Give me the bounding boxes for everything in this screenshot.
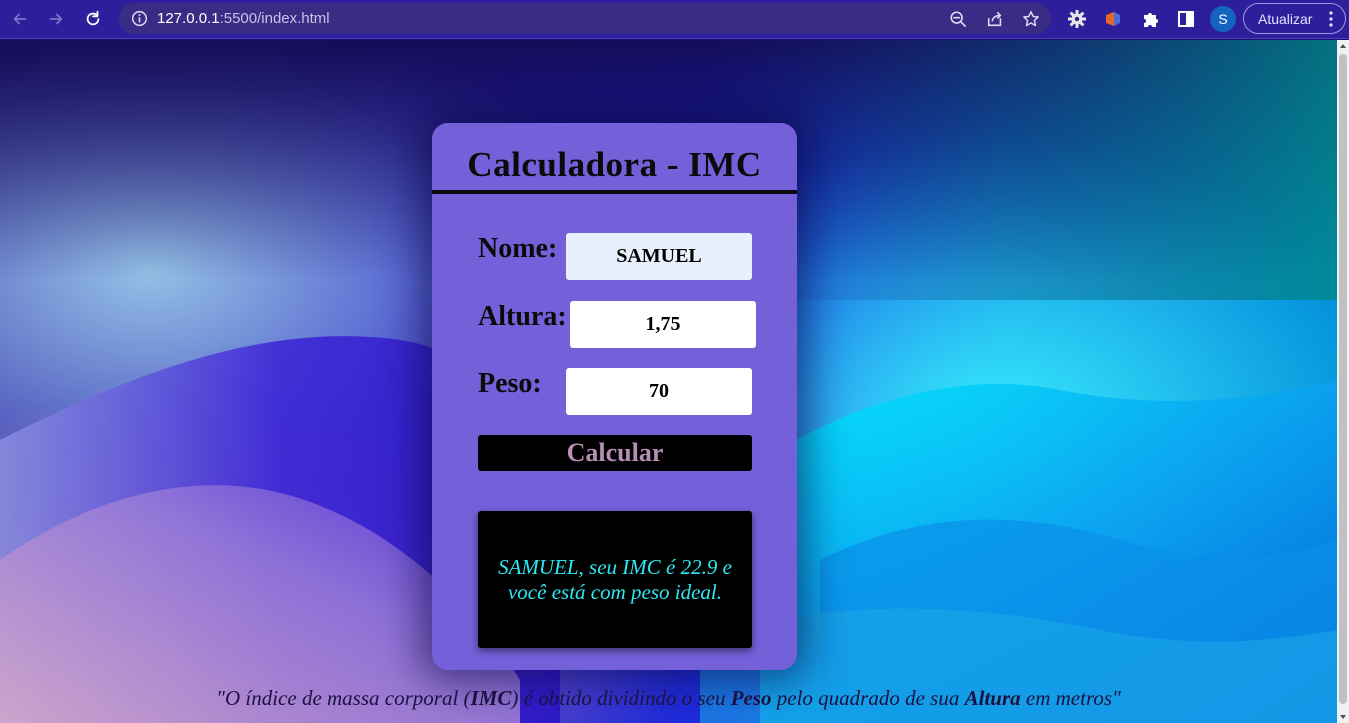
imc-definition-quote: "O índice de massa corporal (IMC) é obti… (216, 686, 1121, 710)
imc-calculator-card: Calculadora - IMC Nome: SAMUEL Altura: 1… (432, 123, 797, 670)
title-divider (432, 190, 797, 194)
extensions-menu-button[interactable] (1139, 8, 1161, 30)
update-button[interactable]: Atualizar (1243, 3, 1346, 34)
arrow-left-icon (13, 13, 27, 25)
url-text: 127.0.0.1:5500/index.html (157, 10, 330, 27)
peso-input[interactable]: 70 (566, 368, 752, 415)
peso-label: Peso: (478, 368, 542, 399)
result-text: SAMUEL, seu IMC é 22.9 e você está com p… (498, 554, 732, 604)
address-bar[interactable]: 127.0.0.1:5500/index.html (119, 3, 1051, 34)
result-box: SAMUEL, seu IMC é 22.9 e você está com p… (478, 511, 752, 648)
vertical-scrollbar[interactable] (1337, 40, 1349, 723)
forward-button[interactable] (43, 6, 69, 32)
puzzle-icon (1144, 13, 1158, 27)
bookmark-button[interactable] (1021, 9, 1041, 29)
extension-settings-button[interactable] (1066, 8, 1088, 30)
share-icon (987, 11, 1002, 27)
nome-input[interactable]: SAMUEL (566, 233, 752, 280)
calculate-button[interactable]: Calcular (478, 435, 752, 471)
share-button[interactable] (985, 9, 1005, 29)
extension-logo-icon (1106, 12, 1120, 26)
card-title: Calculadora - IMC (467, 145, 762, 184)
info-icon[interactable] (131, 10, 148, 27)
reload-button[interactable] (80, 6, 106, 32)
side-panel-icon (1178, 11, 1194, 27)
back-button[interactable] (7, 6, 33, 32)
gear-icon (1068, 10, 1086, 28)
zoom-out-icon (950, 11, 967, 28)
scroll-up-arrow-icon[interactable] (1340, 44, 1346, 48)
browser-toolbar: 127.0.0.1:5500/index.html S Atualizar (0, 0, 1349, 39)
side-panel-button[interactable] (1175, 8, 1197, 30)
more-vert-icon (1329, 11, 1333, 27)
profile-avatar[interactable]: S (1210, 6, 1236, 32)
update-button-label: Atualizar (1258, 10, 1313, 27)
scroll-down-arrow-icon[interactable] (1340, 715, 1346, 719)
zoom-button[interactable] (948, 9, 968, 29)
scrollbar-thumb[interactable] (1339, 54, 1347, 704)
altura-input[interactable]: 1,75 (570, 301, 756, 348)
reload-icon (86, 10, 100, 26)
arrow-right-icon (49, 13, 63, 25)
extension-button[interactable] (1102, 8, 1124, 30)
star-icon (1023, 11, 1039, 27)
page-background: Calculadora - IMC Nome: SAMUEL Altura: 1… (0, 40, 1337, 723)
altura-label: Altura: (478, 301, 567, 332)
nome-label: Nome: (478, 233, 558, 264)
